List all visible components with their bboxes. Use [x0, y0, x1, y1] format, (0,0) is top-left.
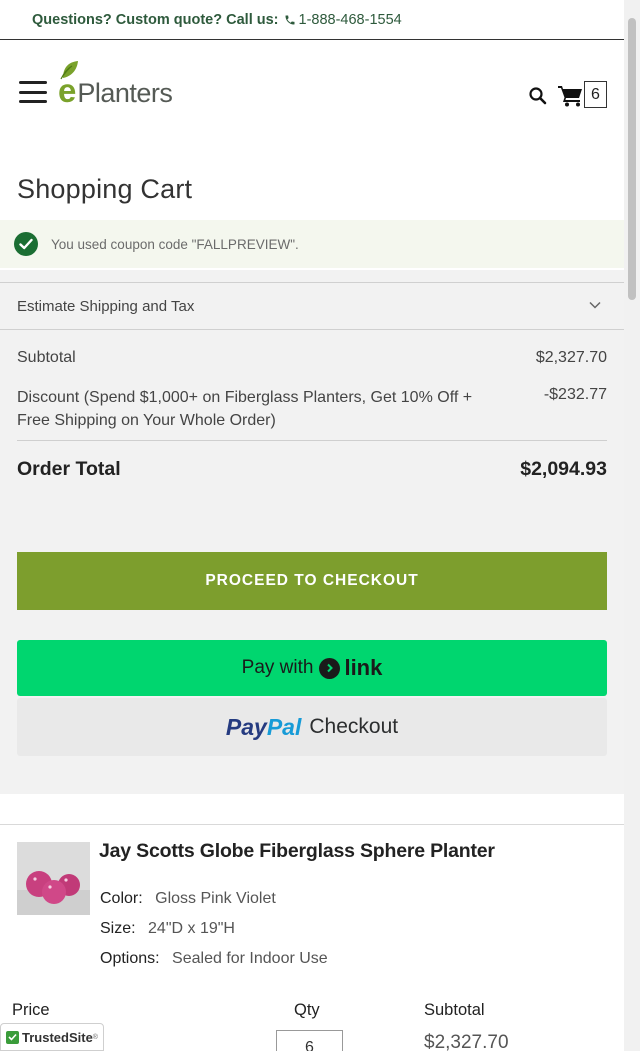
proceed-to-checkout-button[interactable]: PROCEED TO CHECKOUT — [17, 552, 607, 610]
leaf-icon — [60, 61, 78, 80]
option-size: Size: 24"D x 19"H — [100, 920, 235, 938]
pay-with-link-button[interactable]: Pay with link — [17, 640, 607, 696]
phone-number: 1-888-468-1554 — [298, 11, 402, 28]
price-column-header: Price — [12, 1001, 50, 1019]
trustedsite-badge[interactable]: TrustedSite ® — [0, 1023, 104, 1051]
estimate-shipping-label: Estimate Shipping and Tax — [17, 297, 195, 315]
site-logo[interactable]: e Planters — [58, 61, 173, 108]
link-arrow-icon — [319, 657, 341, 679]
check-shield-icon — [6, 1030, 19, 1044]
contact-bar: Questions? Custom quote? Call us: 1-888-… — [0, 0, 624, 40]
discount-line: Discount (Spend $1,000+ on Fiberglass Pl… — [17, 386, 607, 432]
option-color-label: Color: — [100, 890, 143, 907]
logo-word: Planters — [77, 78, 173, 108]
paypal-checkout-label: Checkout — [309, 715, 399, 738]
row-subtotal: $2,327.70 — [424, 1032, 509, 1051]
phone-link[interactable]: 1-888-468-1554 — [284, 12, 402, 28]
contact-question: Questions? Custom quote? Call us: — [32, 11, 279, 28]
quantity-input[interactable]: 6 — [276, 1030, 343, 1051]
phone-icon — [285, 15, 295, 24]
product-thumbnail[interactable] — [17, 842, 90, 915]
option-size-value: 24"D x 19"H — [148, 920, 235, 937]
subtotal-value: $2,327.70 — [535, 349, 607, 366]
subtotal-line: Subtotal $2,327.70 — [17, 349, 607, 367]
option-options-label: Options: — [100, 950, 160, 967]
site-header: e Planters 6 — [0, 41, 624, 141]
check-circle-icon — [14, 232, 38, 256]
cart-item: Jay Scotts Globe Fiberglass Sphere Plant… — [0, 824, 624, 1051]
cart-summary: Estimate Shipping and Tax Subtotal $2,32… — [0, 270, 624, 794]
scrollbar-thumb[interactable] — [628, 18, 636, 300]
coupon-notice: You used coupon code "FALLPREVIEW". — [0, 220, 624, 268]
chevron-down-icon — [589, 301, 601, 309]
menu-icon[interactable] — [19, 81, 47, 103]
order-total-value: $2,094.93 — [520, 458, 607, 480]
option-color: Color: Gloss Pink Violet — [100, 890, 276, 908]
product-name-link[interactable]: Jay Scotts Globe Fiberglass Sphere Plant… — [99, 840, 495, 863]
cart-count-badge[interactable]: 6 — [584, 81, 607, 108]
summary-divider — [17, 440, 607, 441]
subtotal-column-header: Subtotal — [424, 1001, 485, 1019]
paypal-logo: PayPal — [225, 713, 302, 740]
qty-column-header: Qty — [294, 1001, 320, 1019]
page-title: Shopping Cart — [17, 174, 193, 204]
logo-e: e — [58, 61, 78, 107]
discount-label: Discount (Spend $1,000+ on Fiberglass Pl… — [17, 389, 473, 429]
cart-icon[interactable] — [558, 85, 584, 107]
link-logo-text: link — [344, 655, 383, 680]
link-pay-with-label: Pay with — [241, 657, 314, 678]
trademark-mark: ® — [92, 1033, 98, 1041]
option-options: Options: Sealed for Indoor Use — [100, 950, 328, 968]
order-total-line: Order Total $2,094.93 — [17, 458, 607, 481]
order-total-label: Order Total — [17, 458, 121, 480]
estimate-shipping-toggle[interactable]: Estimate Shipping and Tax — [0, 282, 624, 330]
trustedsite-label: TrustedSite — [22, 1029, 93, 1045]
paypal-checkout-button[interactable]: PayPal Checkout — [17, 698, 607, 756]
subtotal-label: Subtotal — [17, 349, 76, 366]
option-options-value: Sealed for Indoor Use — [172, 950, 328, 967]
page-scrollbar[interactable] — [624, 0, 640, 1051]
search-icon[interactable] — [528, 86, 548, 106]
coupon-message: You used coupon code "FALLPREVIEW". — [51, 236, 299, 252]
option-color-value: Gloss Pink Violet — [155, 890, 276, 907]
discount-value: -$232.77 — [543, 386, 607, 403]
option-size-label: Size: — [100, 920, 136, 937]
